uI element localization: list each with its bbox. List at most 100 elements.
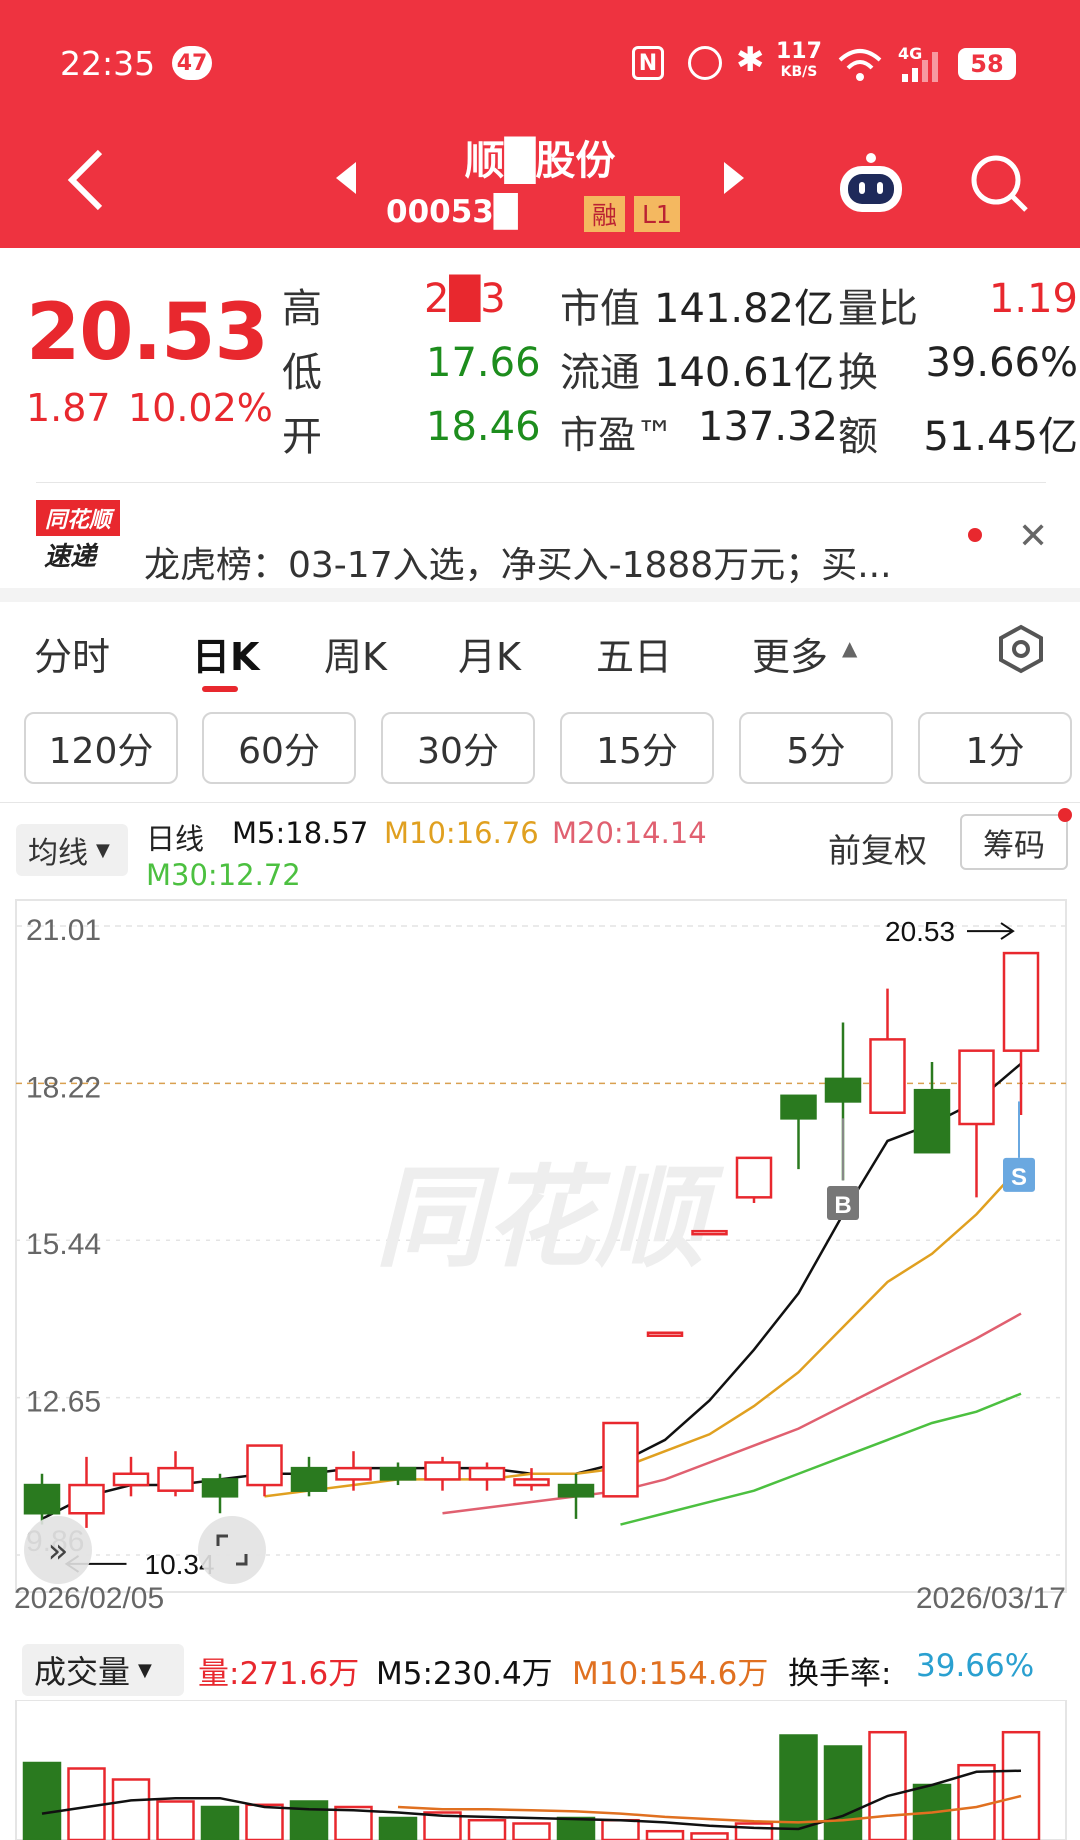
app-header: 22:35 47 N ✱ 117 KB/S 4G 58 顺█股份 00053█ 融… [0,0,1080,248]
period-30m-button[interactable]: 30分 [381,712,535,784]
period-15m-button[interactable]: 15分 [560,712,714,784]
open-label: 开 [282,414,322,460]
double-chevron-icon: » [48,1531,69,1571]
y-tick-label: 15.44 [26,1228,101,1261]
next-stock-icon[interactable] [720,160,748,196]
volume-value: 量:271.6万 [198,1656,360,1692]
amount-label: 额 [838,414,878,460]
adjust-mode-button[interactable]: 前复权 [828,824,927,872]
back-arrow-icon[interactable] [64,148,108,212]
candle-body [602,1421,639,1498]
open-value: 18.46 [426,404,541,450]
active-tab-indicator [202,686,238,692]
ma20-legend: M20:14.14 [552,816,707,850]
period-60m-button[interactable]: 60分 [202,712,356,784]
level-tag: L1 [634,196,680,232]
candle-body [424,1461,461,1481]
volume-chart[interactable] [0,1700,1080,1840]
float-cap-label: 流通 [560,350,640,396]
candle-body [112,1472,150,1487]
low-value: 17.66 [426,340,541,386]
tab-five-day[interactable]: 五日 [596,626,672,681]
ma-line-m30 [620,1392,1022,1526]
fullscreen-button [198,1516,266,1584]
market-cap-value: 141.82亿 [654,286,834,332]
volume-bar [1001,1730,1041,1840]
candle-body [468,1466,506,1481]
market-cap-label: 市值 [560,286,640,332]
volume-bar [200,1805,240,1840]
price-change: 1.87 [26,386,111,430]
candle-body [335,1466,372,1481]
period-5m-button[interactable]: 5分 [739,712,893,784]
tab-daily-k[interactable]: 日K [192,626,259,681]
prev-stock-icon[interactable] [332,160,360,196]
caret-up-icon: ▲ [842,636,858,660]
net-speed: 117 KB/S [776,41,822,82]
volume-ratio-label: 量比 [838,286,918,332]
turnover-rate-value: 39.66% [916,1648,1035,1684]
y-tick-label: 18.22 [26,1071,101,1104]
volume-ma10: M10:154.6万 [572,1656,769,1692]
close-icon[interactable]: ✕ [1018,516,1048,557]
search-icon[interactable] [968,152,1030,214]
ma-dropdown-label: 均线 [28,836,88,871]
ma5-legend: M5:18.57 [232,816,369,850]
volume-dropdown[interactable]: 成交量 ▼ [22,1644,184,1696]
amount-value: 51.45亿 [923,414,1078,460]
volume-ratio-value: 1.19 [988,276,1078,322]
candle-body [201,1478,239,1498]
alarm-icon [688,46,722,80]
high-label: 高 [282,286,322,332]
nfc-icon: N [632,46,664,80]
candle-body [557,1483,595,1498]
tab-weekly-k[interactable]: 周K [324,626,387,681]
tab-timeshare[interactable]: 分时 [34,626,110,681]
volume-bar [22,1761,62,1840]
volume-bar [467,1818,507,1840]
tab-more[interactable]: 更多 [752,626,828,681]
low-label: 低 [282,350,322,396]
y-tick-label: 12.65 [26,1386,101,1419]
turnover-value: 39.66% [925,340,1078,386]
notification-badge: 47 [172,46,212,80]
robot-assistant-icon[interactable] [834,150,908,214]
chips-button[interactable]: 筹码 [960,814,1068,870]
chevron-down-icon: ▼ [96,839,110,861]
end-date-label: 2026/03/17 [916,1582,1066,1612]
volume-bar [378,1816,418,1840]
candle-body [780,1094,817,1120]
buy-marker-label: B [834,1192,851,1219]
volume-bar [156,1800,195,1840]
volume-dropdown-label: 成交量 [34,1653,131,1691]
float-cap-value: 140.61亿 [654,350,834,396]
tab-monthly-k[interactable]: 月K [458,626,521,681]
stock-code: 00053█ [386,194,518,230]
section-gap [0,588,1080,602]
candle-body [246,1444,283,1487]
turnover-rate-label: 换手率: [788,1656,892,1692]
volume-bar [823,1745,863,1840]
volume-bar [556,1816,596,1840]
ths-logo-top: 同花顺 [36,500,120,536]
volume-bar [734,1822,774,1840]
volume-bar [690,1832,729,1840]
candle-body [958,1049,995,1126]
y-tick-label: 21.01 [26,914,101,947]
settings-hexagon-icon[interactable] [996,624,1046,674]
ma-line-m5 [41,1062,1022,1521]
period-120m-button[interactable]: 120分 [24,712,178,784]
ma-dropdown[interactable]: 均线 ▼ [16,824,128,876]
chips-unread-dot [1058,808,1072,822]
battery-indicator: 58 [958,48,1016,80]
margin-tag: 融 [584,196,626,232]
candle-body [691,1229,728,1236]
sell-marker-label: S [1011,1164,1027,1191]
candle-body [513,1478,550,1487]
kline-chart[interactable]: 21.0118.2215.4412.659.86同花顺20.5310.34BS»… [0,892,1080,1612]
period-1m-button[interactable]: 1分 [918,712,1072,784]
candle-body [913,1088,951,1154]
candle-body [824,1077,862,1103]
turnover-label: 换 [838,350,878,396]
news-ticker[interactable]: 龙虎榜：03-17入选，净买入-1888万元；买... [144,536,892,588]
